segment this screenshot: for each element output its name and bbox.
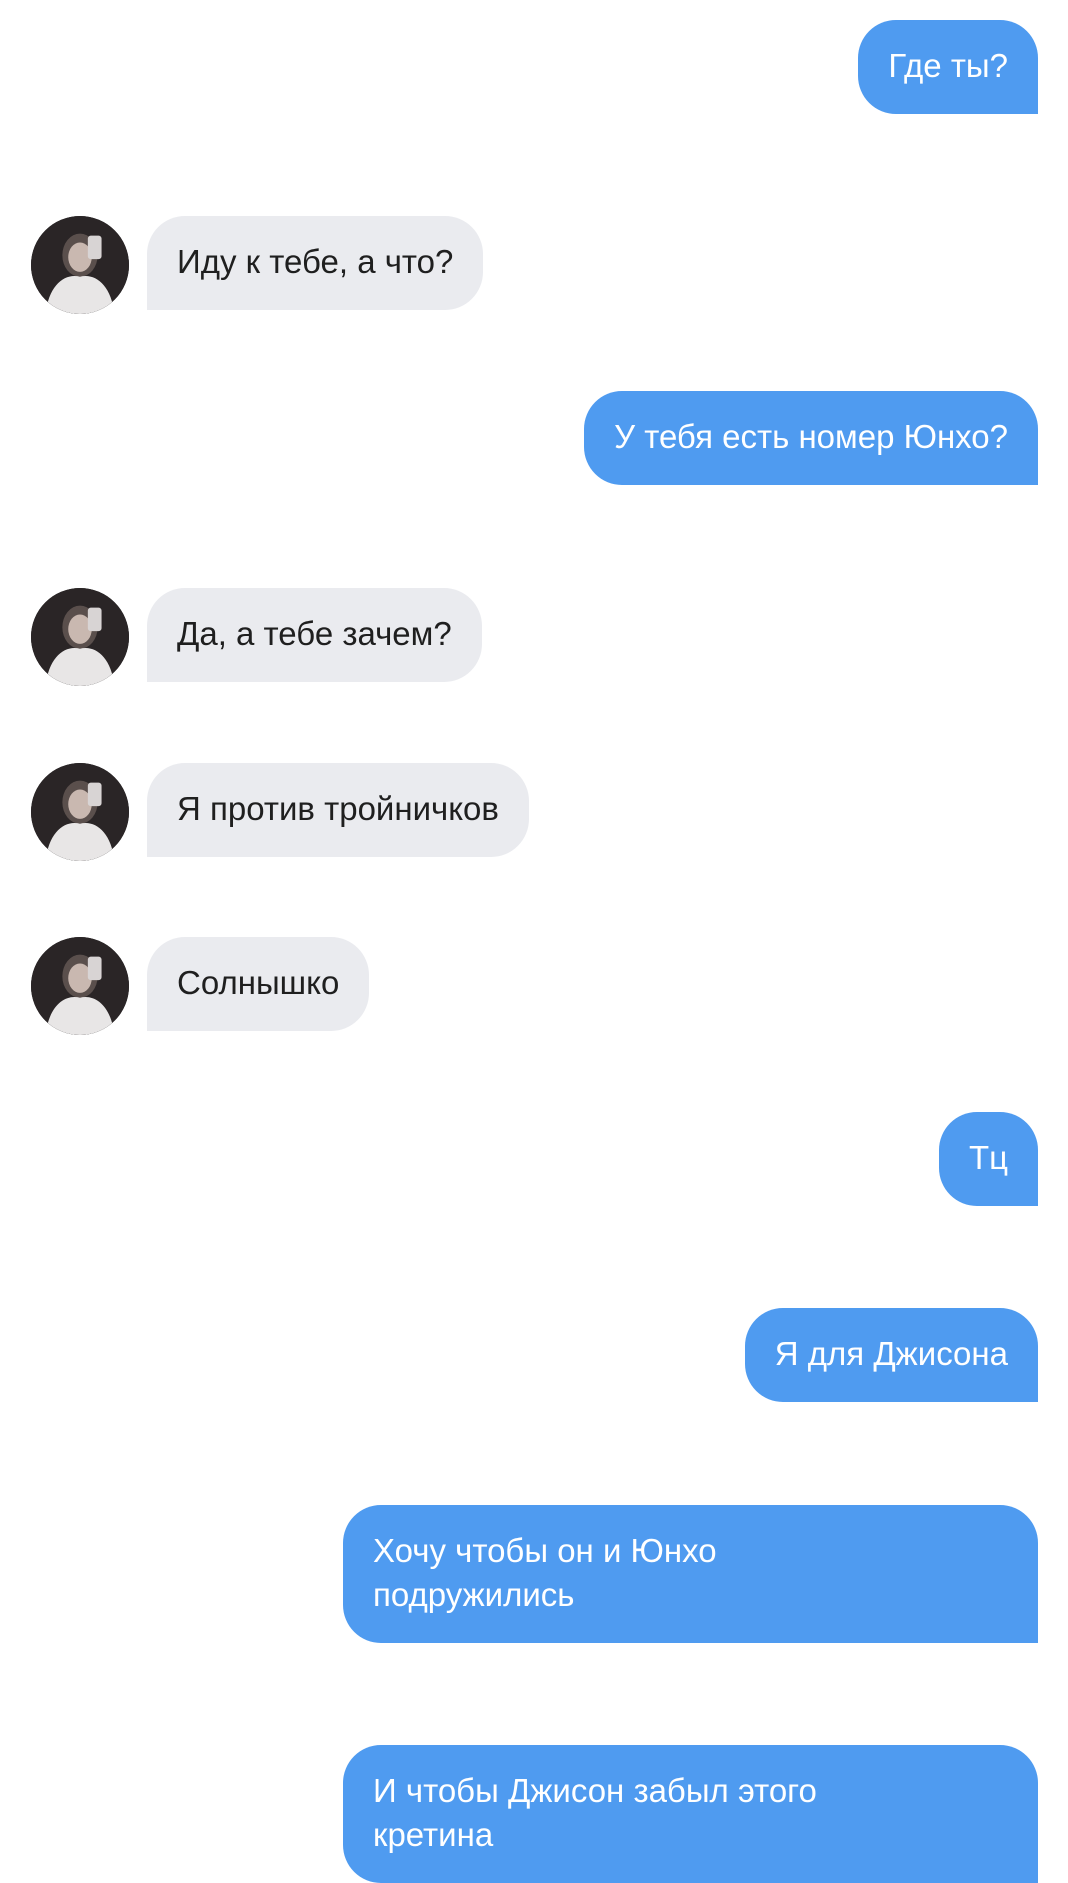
incoming-message[interactable]: Я против тройничков [147,763,529,857]
contact-avatar[interactable] [31,937,129,1035]
outgoing-message[interactable]: Тц [938,1112,1038,1206]
outgoing-message[interactable]: У тебя есть номер Юнхо? [584,391,1038,485]
contact-avatar[interactable] [31,216,129,314]
incoming-message[interactable]: Иду к тебе, а что? [147,216,484,310]
outgoing-message[interactable]: Хочу чтобы он и Юнхо подружились [343,1505,1038,1643]
outgoing-message[interactable]: Где ты? [858,20,1038,114]
avatar-photo-icon [31,763,129,861]
outgoing-message[interactable]: И чтобы Джисон забыл этого кретина [343,1745,1038,1883]
chat-thread: Где ты? Иду к тебе, а что? У тебя есть н… [0,0,1068,1883]
avatar-photo-icon [31,588,129,686]
avatar-photo-icon [31,937,129,1035]
contact-avatar[interactable] [31,763,129,861]
contact-avatar[interactable] [31,588,129,686]
avatar-photo-icon [31,216,129,314]
outgoing-message[interactable]: Я для Джисона [744,1308,1038,1402]
incoming-message[interactable]: Солнышко [147,937,370,1031]
incoming-message[interactable]: Да, а тебе зачем? [147,588,482,682]
